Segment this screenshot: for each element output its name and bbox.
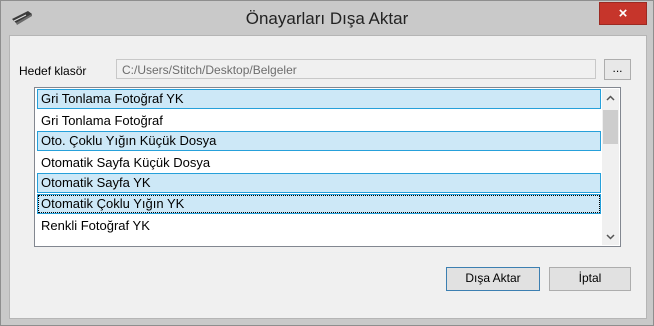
scroll-thumb[interactable]: [603, 110, 618, 144]
target-folder-field[interactable]: C:/Users/Stitch/Desktop/Belgeler: [116, 59, 596, 79]
preset-list[interactable]: Gri Tonlama Fotoğraf YK Gri Tonlama Foto…: [34, 87, 621, 247]
close-button[interactable]: ×: [599, 2, 647, 25]
list-item[interactable]: Oto. Çoklu Yığın Küçük Dosya: [37, 131, 601, 151]
dialog-body: Hedef klasör C:/Users/Stitch/Desktop/Bel…: [9, 35, 647, 319]
scroll-up-button[interactable]: [602, 89, 619, 106]
export-presets-dialog: Önayarları Dışa Aktar × Hedef klasör C:/…: [0, 0, 654, 326]
chevron-down-icon: [606, 233, 615, 240]
scroll-down-button[interactable]: [602, 228, 619, 245]
chevron-up-icon: [606, 94, 615, 101]
list-item[interactable]: Otomatik Çoklu Yığın YK: [37, 194, 601, 214]
list-item[interactable]: Otomatik Sayfa Küçük Dosya: [37, 152, 601, 172]
list-item[interactable]: Renkli Fotoğraf YK: [37, 215, 601, 235]
cancel-button[interactable]: İptal: [549, 267, 631, 291]
title-bar[interactable]: Önayarları Dışa Aktar ×: [1, 1, 653, 35]
list-item[interactable]: Otomatik Sayfa YK: [37, 173, 601, 193]
list-item[interactable]: Gri Tonlama Fotoğraf YK: [37, 89, 601, 109]
close-icon: ×: [618, 5, 628, 22]
browse-button[interactable]: ...: [604, 59, 631, 80]
vertical-scrollbar[interactable]: [602, 89, 619, 245]
export-button[interactable]: Dışa Aktar: [446, 267, 540, 291]
window-title: Önayarları Dışa Aktar: [245, 9, 409, 28]
target-folder-label: Hedef klasör: [19, 64, 87, 78]
list-item[interactable]: Gri Tonlama Fotoğraf: [37, 110, 601, 130]
